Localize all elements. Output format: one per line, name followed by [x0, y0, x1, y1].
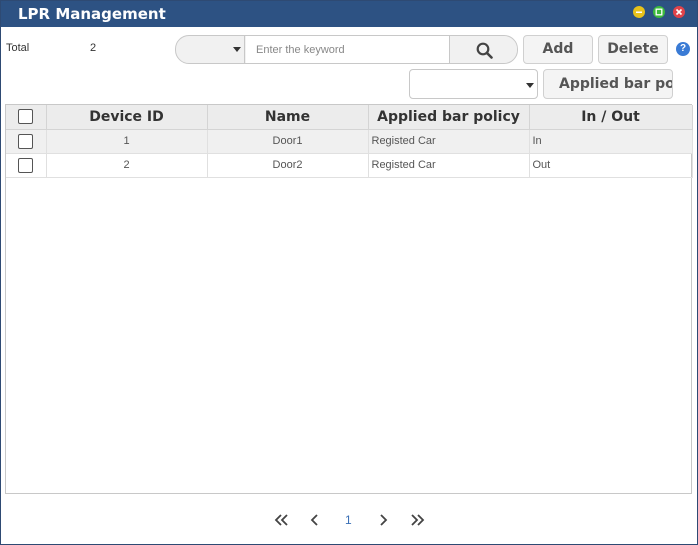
page-number-current[interactable]: 1 — [345, 513, 352, 531]
total-label: Total — [6, 42, 30, 54]
previous-page-icon[interactable] — [309, 511, 321, 529]
device-table: Device ID Name Applied bar policy In / O… — [5, 104, 693, 494]
in-out-cell: In — [529, 129, 693, 154]
row-checkbox[interactable] — [18, 133, 34, 149]
column-header-name[interactable]: Name — [207, 105, 369, 130]
select-all-cell — [6, 105, 47, 130]
policy-cell: Registed Car — [368, 153, 530, 178]
column-header-applied-bar-policy[interactable]: Applied bar policy — [368, 105, 530, 130]
select-all-checkbox[interactable] — [18, 109, 34, 125]
total-count: 2 — [90, 42, 97, 54]
device-id-cell: 1 — [46, 129, 208, 154]
name-cell: Door2 — [207, 153, 369, 178]
search-bar — [175, 35, 518, 64]
table-row[interactable]: 2 Door2 Registed Car Out — [6, 153, 693, 178]
row-checkbox[interactable] — [18, 157, 34, 173]
title-bar: LPR Management — [1, 1, 697, 27]
row-select-cell — [6, 153, 47, 178]
name-cell: Door1 — [207, 129, 369, 154]
chevron-down-icon — [526, 83, 534, 88]
help-icon[interactable]: ? — [676, 42, 690, 56]
chevron-down-icon — [233, 47, 241, 52]
maximize-icon[interactable] — [653, 6, 665, 18]
row-select-cell — [6, 129, 47, 154]
search-button[interactable] — [449, 36, 517, 63]
minimize-icon[interactable] — [633, 6, 645, 18]
first-page-icon[interactable] — [273, 511, 289, 529]
next-page-icon[interactable] — [377, 511, 389, 529]
table-row[interactable]: 1 Door1 Registed Car In — [6, 129, 693, 154]
last-page-icon[interactable] — [410, 511, 426, 529]
delete-button[interactable]: Delete — [598, 35, 668, 64]
search-category-select[interactable] — [176, 36, 245, 63]
column-header-device-id[interactable]: Device ID — [46, 105, 208, 130]
policy-filter-select[interactable] — [409, 69, 538, 99]
search-icon — [476, 42, 493, 59]
lpr-management-window: LPR Management Total 2 Add Delete ? A — [0, 0, 698, 545]
search-input[interactable] — [246, 36, 449, 63]
window-title: LPR Management — [18, 5, 166, 23]
device-id-cell: 2 — [46, 153, 208, 178]
applied-bar-policy-button[interactable]: Applied bar policy — [543, 69, 673, 99]
close-icon[interactable] — [673, 6, 685, 18]
in-out-cell: Out — [529, 153, 693, 178]
table-header-row: Device ID Name Applied bar policy In / O… — [6, 105, 693, 130]
add-button[interactable]: Add — [523, 35, 593, 64]
policy-cell: Registed Car — [368, 129, 530, 154]
column-header-in-out[interactable]: In / Out — [529, 105, 693, 130]
